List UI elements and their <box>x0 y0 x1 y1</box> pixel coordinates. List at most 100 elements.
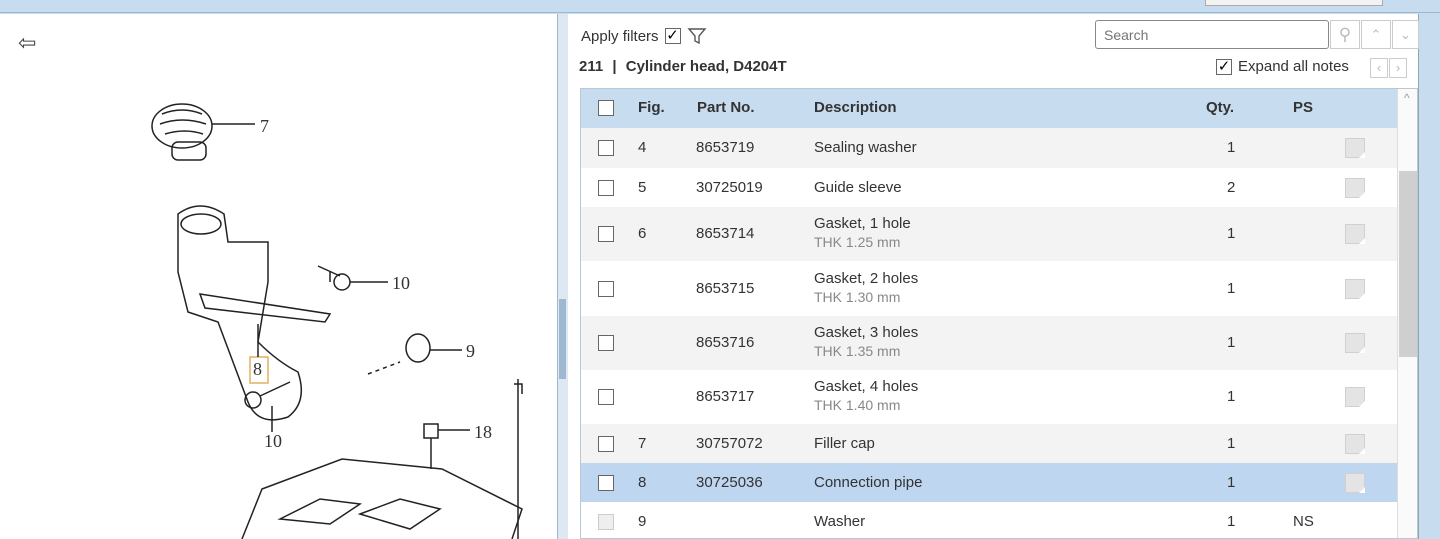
table-row[interactable]: 8653716 Gasket, 3 holes THK 1.35 mm 1 <box>581 316 1397 370</box>
prev-note-button[interactable]: ‹ <box>1370 58 1388 78</box>
row-fig: 6 <box>638 225 647 242</box>
row-description: Gasket, 3 holes <box>814 324 919 341</box>
row-checkbox[interactable] <box>598 140 614 156</box>
table-row[interactable]: 8653715 Gasket, 2 holes THK 1.30 mm 1 <box>581 261 1397 316</box>
table-row[interactable]: 8653717 Gasket, 4 holes THK 1.40 mm 1 <box>581 370 1397 424</box>
note-icon[interactable] <box>1345 333 1365 353</box>
table-row[interactable]: 8 30725036 Connection pipe 1 <box>581 463 1397 502</box>
top-field[interactable] <box>1205 0 1383 6</box>
parts-panel: Apply filters ⚲ ⌃ ⌄ 211 | Cylinder head,… <box>568 14 1419 539</box>
row-qty: 1 <box>1227 334 1236 351</box>
title-separator: | <box>612 58 617 75</box>
note-icon[interactable] <box>1345 387 1365 407</box>
next-note-button[interactable]: › <box>1389 58 1407 78</box>
row-part-no[interactable]: 30725036 <box>696 474 763 491</box>
row-qty: 1 <box>1227 139 1236 156</box>
row-qty: 1 <box>1227 473 1236 491</box>
table-row[interactable]: 6 8653714 Gasket, 1 hole THK 1.25 mm 1 <box>581 207 1397 261</box>
diagram-panel: ⇦ 7 10 9 8 10 18 <box>0 14 558 539</box>
row-qty: 1 <box>1227 512 1236 530</box>
row-description: Washer <box>814 512 866 530</box>
table-row[interactable]: 5 30725019 Guide sleeve 2 <box>581 168 1397 207</box>
row-fig: 7 <box>638 434 647 452</box>
right-edge <box>1420 14 1440 539</box>
row-part-no[interactable]: 8653714 <box>696 225 754 242</box>
header-part-no[interactable]: Part No. <box>697 99 755 116</box>
search-input[interactable] <box>1095 20 1329 49</box>
row-qty: 1 <box>1227 279 1236 297</box>
top-bar <box>0 0 1440 13</box>
next-result-button[interactable]: ⌄ <box>1392 20 1419 49</box>
callout-10b: 10 <box>264 431 282 451</box>
callout-7: 7 <box>260 116 269 136</box>
select-all-checkbox[interactable] <box>598 100 614 116</box>
note-icon[interactable] <box>1345 177 1365 198</box>
row-ps: NS <box>1293 512 1314 530</box>
callout-18: 18 <box>474 422 492 442</box>
expand-notes-label: Expand all notes <box>1238 58 1349 75</box>
scrollbar-thumb[interactable] <box>1399 171 1417 357</box>
header-qty[interactable]: Qty. <box>1206 99 1234 116</box>
table-row[interactable]: 9 Washer 1 NS <box>581 502 1397 538</box>
row-checkbox[interactable] <box>598 474 614 491</box>
table-row[interactable]: 7 30757072 Filler cap 1 <box>581 424 1397 463</box>
row-qty: 1 <box>1227 225 1236 242</box>
row-fig: 4 <box>638 139 647 156</box>
panel-splitter[interactable] <box>558 14 568 539</box>
note-icon[interactable] <box>1345 138 1365 158</box>
section-number: 211 <box>579 58 604 75</box>
row-checkbox[interactable] <box>598 435 614 452</box>
connection-pipe-part <box>177 205 303 421</box>
row-checkbox[interactable] <box>598 389 614 405</box>
header-fig[interactable]: Fig. <box>638 99 665 116</box>
callout-9: 9 <box>466 341 475 361</box>
row-description-note: THK 1.35 mm <box>814 343 901 359</box>
row-description: Sealing washer <box>814 139 917 156</box>
row-description-note: THK 1.30 mm <box>814 288 901 305</box>
table-row[interactable]: 4 8653719 Sealing washer 1 <box>581 128 1397 168</box>
exploded-diagram <box>151 103 523 539</box>
row-fig: 8 <box>638 473 647 491</box>
row-description: Guide sleeve <box>814 178 902 196</box>
row-description: Gasket, 2 holes <box>814 269 919 287</box>
row-part-no[interactable]: 8653719 <box>696 139 754 156</box>
row-part-no[interactable]: 8653716 <box>696 334 754 351</box>
note-icon[interactable] <box>1345 433 1365 454</box>
callout-10: 10 <box>392 273 410 293</box>
row-part-no[interactable]: 30725019 <box>696 179 763 196</box>
row-qty: 2 <box>1227 178 1236 196</box>
row-qty: 1 <box>1227 434 1236 452</box>
row-fig: 5 <box>638 178 647 196</box>
callout-8[interactable]: 8 <box>253 359 262 380</box>
header-ps[interactable]: PS <box>1293 99 1313 116</box>
row-description-note: THK 1.40 mm <box>814 397 901 413</box>
apply-filters-checkbox[interactable] <box>664 28 681 44</box>
previous-result-button[interactable]: ⌃ <box>1361 20 1391 49</box>
row-checkbox[interactable] <box>598 335 614 351</box>
table-scrollbar[interactable]: ^ <box>1397 89 1417 538</box>
header-description[interactable]: Description <box>814 99 897 116</box>
row-checkbox[interactable] <box>598 226 614 242</box>
row-description: Connection pipe <box>814 473 923 491</box>
row-part-no[interactable]: 30757072 <box>696 435 763 452</box>
note-icon[interactable] <box>1345 278 1365 299</box>
row-fig: 9 <box>638 512 647 530</box>
row-checkbox[interactable] <box>598 179 614 196</box>
filter-icon[interactable] <box>687 27 707 45</box>
row-checkbox[interactable] <box>598 513 614 530</box>
row-description: Gasket, 4 holes <box>814 378 919 395</box>
row-part-no[interactable]: 8653717 <box>696 388 754 405</box>
table-header: Fig. Part No. Description Qty. PS <box>581 89 1397 128</box>
section-title: Cylinder head, D4204T <box>625 58 787 75</box>
row-description-note: THK 1.25 mm <box>814 234 901 250</box>
scroll-up-icon[interactable]: ^ <box>1404 91 1410 105</box>
expand-notes-checkbox[interactable] <box>1216 58 1232 75</box>
apply-filters-label: Apply filters <box>581 27 659 45</box>
parts-table: Fig. Part No. Description Qty. PS 4 8653… <box>580 88 1418 539</box>
row-part-no[interactable]: 8653715 <box>696 280 754 297</box>
note-icon[interactable] <box>1345 472 1365 493</box>
row-description: Gasket, 1 hole <box>814 215 911 232</box>
search-button[interactable]: ⚲ <box>1330 20 1360 49</box>
row-checkbox[interactable] <box>598 280 614 297</box>
note-icon[interactable] <box>1345 224 1365 244</box>
